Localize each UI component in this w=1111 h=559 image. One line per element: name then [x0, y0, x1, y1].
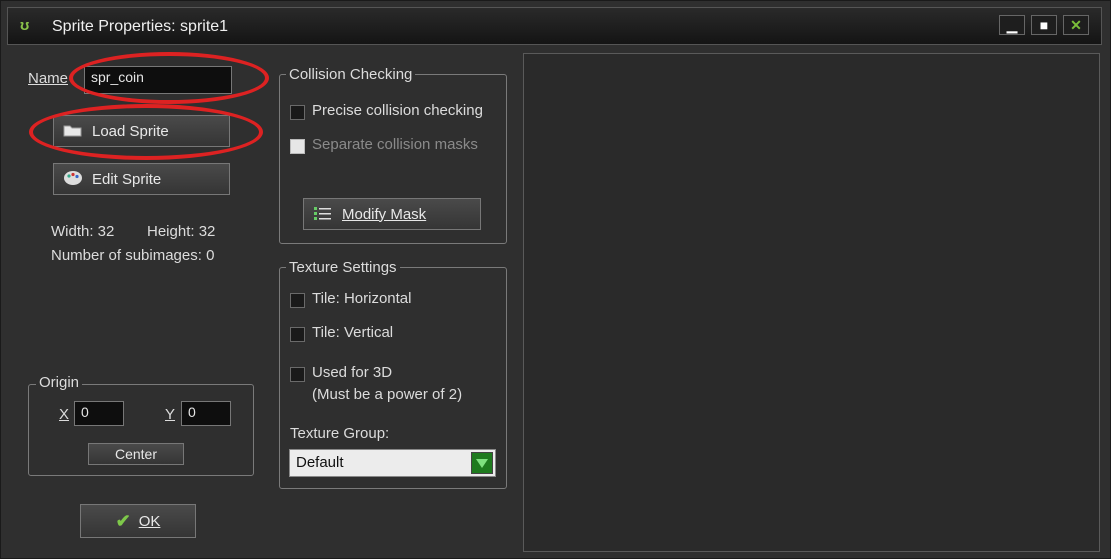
used-3d-label: Used for 3D [312, 364, 393, 381]
precise-collision-checkbox[interactable] [290, 105, 305, 120]
ok-label: OK [138, 512, 161, 530]
x-label: X [59, 406, 70, 423]
maximize-button[interactable]: ■ [1031, 15, 1057, 35]
tile-horizontal-checkbox[interactable] [290, 293, 305, 308]
used-3d-note: (Must be a power of 2) [312, 386, 463, 403]
texture-group-label: Texture Group: [290, 425, 390, 442]
close-button[interactable]: ✕ [1063, 15, 1089, 35]
precise-collision-label: Precise collision checking [312, 102, 483, 119]
tile-vertical-label: Tile: Vertical [312, 324, 394, 341]
width-text: Width: 32 [51, 223, 115, 240]
used-3d-checkbox[interactable] [290, 367, 305, 382]
ok-button[interactable]: ✔ OK [80, 504, 196, 538]
list-icon [312, 205, 334, 223]
load-sprite-label: Load Sprite [92, 122, 169, 140]
palette-icon [62, 170, 84, 188]
height-text: Height: 32 [147, 223, 216, 240]
center-button[interactable]: Center [88, 443, 184, 465]
collision-group-title: Collision Checking [286, 66, 416, 83]
separate-masks-checkbox[interactable] [290, 139, 305, 154]
sprite-preview-panel [523, 53, 1100, 552]
separate-masks-label: Separate collision masks [312, 136, 478, 153]
name-label: Name [28, 70, 69, 87]
modify-mask-label: Modify Mask [342, 205, 427, 223]
load-sprite-button[interactable]: Load Sprite [53, 115, 230, 147]
title-bar[interactable]: ʊ Sprite Properties: sprite1 ▁ ■ ✕ [7, 7, 1102, 45]
origin-y-input[interactable]: 0 [181, 401, 231, 426]
tile-vertical-checkbox[interactable] [290, 327, 305, 342]
texture-group-title: Texture Settings [286, 259, 400, 276]
sprite-properties-window: ʊ Sprite Properties: sprite1 ▁ ■ ✕ Name … [0, 0, 1111, 559]
app-logo-icon: ʊ [20, 17, 30, 34]
texture-group-select[interactable]: Default [289, 449, 496, 477]
subimages-text: Number of subimages: 0 [51, 247, 215, 264]
edit-sprite-label: Edit Sprite [92, 170, 162, 188]
window-title: Sprite Properties: sprite1 [52, 18, 229, 35]
tile-horizontal-label: Tile: Horizontal [312, 290, 412, 307]
texture-group-value: Default [296, 454, 344, 471]
y-label: Y [165, 406, 176, 423]
origin-x-input[interactable]: 0 [74, 401, 124, 426]
edit-sprite-button[interactable]: Edit Sprite [53, 163, 230, 195]
name-input[interactable]: spr_coin [84, 66, 232, 94]
checkmark-icon: ✔ [115, 510, 131, 531]
origin-group-title: Origin [36, 374, 83, 391]
minimize-button[interactable]: ▁ [999, 15, 1025, 35]
modify-mask-button[interactable]: Modify Mask [303, 198, 481, 230]
dropdown-arrow-icon[interactable] [471, 452, 493, 474]
folder-open-icon [62, 122, 84, 140]
